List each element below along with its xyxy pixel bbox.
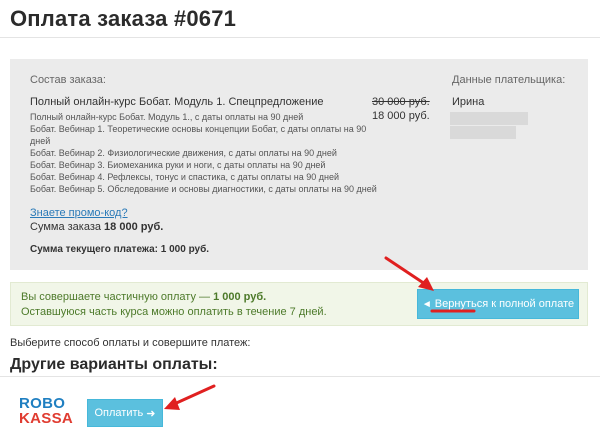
- remaining-payment-text: Оставшуюся часть курса можно оплатить в …: [21, 306, 327, 318]
- current-payment-sum: Сумма текущего платежа: 1 000 руб.: [30, 244, 210, 255]
- annotation-arrow-head: [164, 397, 180, 410]
- order-sub-item: Бобат. Вебинар 1. Теоретические основы к…: [30, 124, 367, 134]
- logo-text-robo: ROBO: [19, 395, 66, 412]
- arrow-left-icon: ◄: [421, 298, 432, 310]
- return-button-label: Вернуться к полной оплате: [434, 298, 575, 310]
- order-item-title: Полный онлайн-курс Бобат. Модуль 1. Спец…: [30, 96, 324, 108]
- payer-data-heading: Данные плательщика:: [452, 74, 566, 86]
- promo-code-link[interactable]: Знаете промо-код?: [30, 207, 128, 219]
- return-to-full-payment-button[interactable]: ◄ Вернуться к полной оплате: [417, 289, 579, 319]
- pay-button[interactable]: Оплатить ➜: [87, 399, 163, 427]
- page-title: Оплата заказа #0671: [10, 6, 237, 31]
- choose-payment-method-text: Выберите способ оплаты и совершите плате…: [10, 337, 251, 349]
- order-sub-item: Бобат. Вебинар 5. Обследование и основы …: [30, 184, 377, 194]
- order-total-value: 18 000 руб.: [104, 221, 164, 233]
- new-price: 18 000 руб.: [372, 110, 430, 122]
- other-payment-options-heading: Другие варианты оплаты:: [10, 356, 218, 373]
- pay-button-label: Оплатить: [94, 407, 144, 419]
- order-sub-item: дней: [30, 136, 51, 146]
- payer-name: Ирина: [452, 96, 485, 108]
- order-composition-heading: Состав заказа:: [30, 74, 106, 86]
- arrow-right-icon: ➜: [146, 407, 156, 420]
- order-sub-item: Бобат. Вебинар 4. Рефлексы, тонус и спас…: [30, 172, 339, 182]
- partial-payment-amount: 1 000 руб.: [213, 291, 267, 303]
- order-sub-item: Бобат. Вебинар 3. Биомеханика руки и ног…: [30, 160, 326, 170]
- logo-text-kassa: KASSA: [19, 410, 74, 427]
- order-sub-item: Бобат. Вебинар 2. Физиологические движен…: [30, 148, 337, 158]
- partial-payment-prefix: Вы совершаете частичную оплату —: [21, 291, 214, 303]
- redacted-payer-field: [450, 126, 516, 139]
- annotation-arrow-line: [170, 384, 216, 407]
- old-price: 30 000 руб.: [372, 96, 430, 108]
- redacted-payer-field: [450, 112, 528, 125]
- order-total-label: Сумма заказа: [30, 221, 105, 233]
- order-summary-panel: Состав заказа: Данные плательщика: Полны…: [10, 59, 588, 270]
- order-sub-item: Полный онлайн-курс Бобат. Модуль 1., с д…: [30, 112, 304, 122]
- partial-payment-text: Вы совершаете частичную оплату — 1 000 р…: [21, 291, 266, 303]
- title-divider: [0, 37, 600, 38]
- partial-payment-notice: Вы совершаете частичную оплату — 1 000 р…: [10, 282, 588, 326]
- robokassa-logo: ROBO KASSA: [19, 396, 73, 426]
- order-total: Сумма заказа 18 000 руб.: [30, 221, 163, 233]
- section-divider: [0, 376, 600, 377]
